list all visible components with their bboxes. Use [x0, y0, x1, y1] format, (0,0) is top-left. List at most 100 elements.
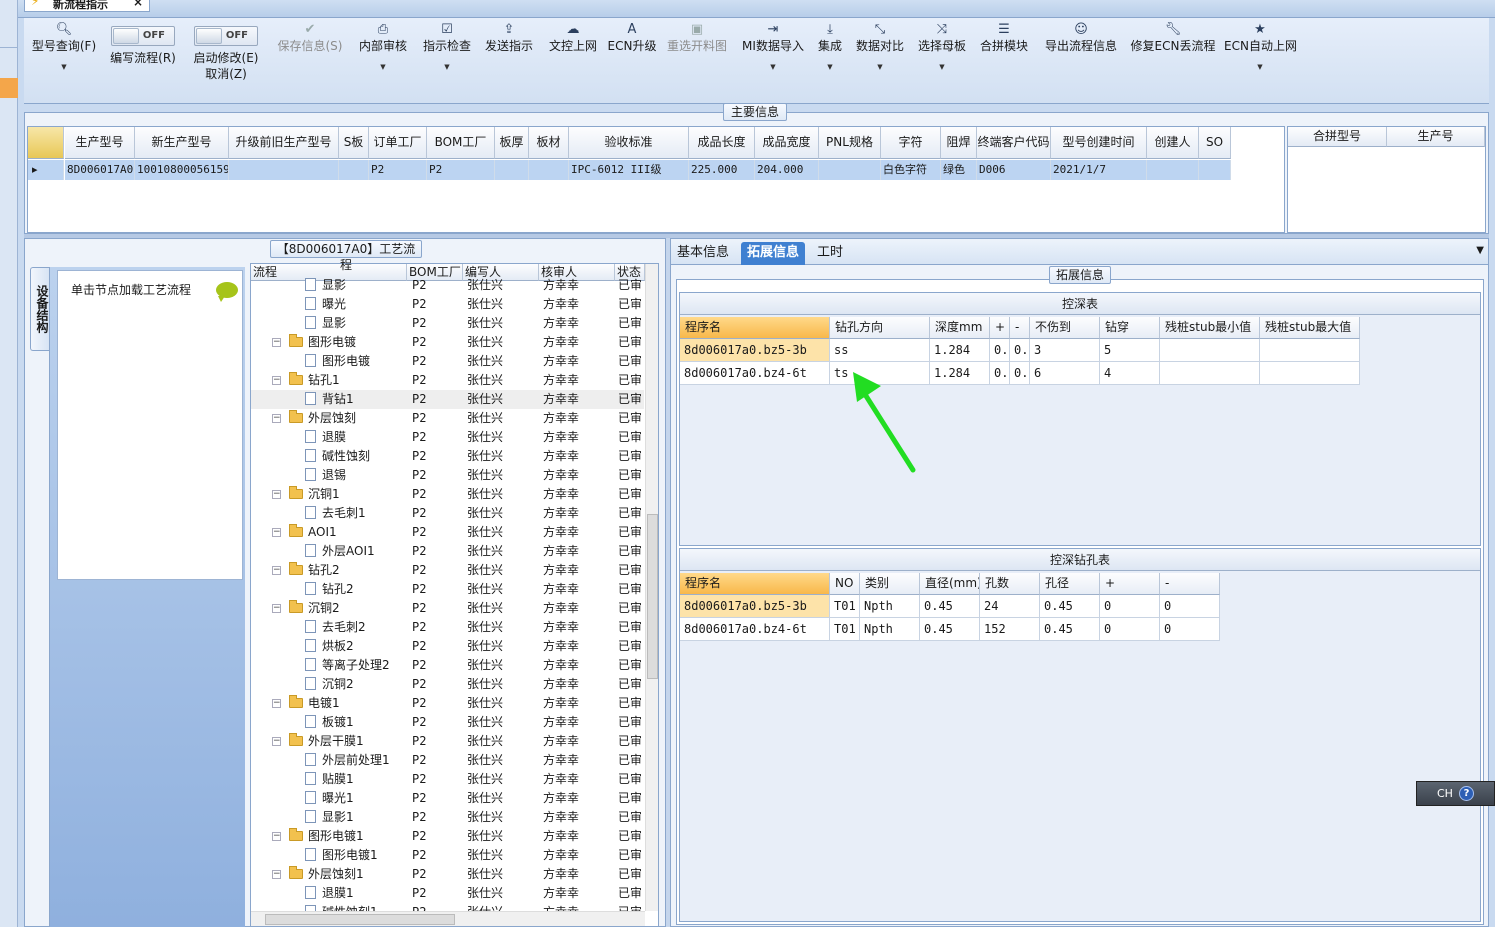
collapse-toggle-icon[interactable]: −	[272, 376, 281, 385]
column-header[interactable]: 终端客户代码	[977, 127, 1051, 159]
collapse-toggle-icon[interactable]: −	[272, 490, 281, 499]
tree-node[interactable]: 背钻1	[305, 390, 354, 409]
grid-cell[interactable]: 152	[980, 618, 1040, 641]
data-compare-button[interactable]: ⤡ 数据对比 ▼	[854, 18, 906, 104]
edit-flow-toggle[interactable]: OFF	[111, 26, 175, 46]
tree-row[interactable]: − 钻孔2 P2 张仕兴 方幸幸 已审	[251, 561, 644, 580]
tree-node[interactable]: 退膜1	[305, 884, 354, 903]
tree-node[interactable]: 外层蚀刻	[289, 409, 356, 428]
tree-row[interactable]: 钻孔2 P2 张仕兴 方幸幸 已审	[251, 580, 644, 599]
chevron-down-icon[interactable]: ▼	[28, 62, 100, 72]
grid-cell[interactable]: ss	[830, 339, 930, 362]
tree-node[interactable]: 外层AOI1	[305, 542, 375, 561]
tree-row[interactable]: 曝光 P2 张仕兴 方幸幸 已审	[251, 295, 644, 314]
grid-column-header[interactable]: 直径(mm)	[920, 573, 980, 595]
tree-node[interactable]: 图形电镀1	[305, 846, 378, 865]
grid-cell[interactable]: 3	[1030, 339, 1100, 362]
chevron-down-icon[interactable]: ▼	[854, 62, 906, 72]
select-mother-board-button[interactable]: ⤨ 选择母板 ▼	[916, 18, 968, 104]
tree-node[interactable]: 沉铜2	[289, 599, 340, 618]
column-header[interactable]: PNL规格	[819, 127, 881, 159]
edit-flow-switch[interactable]: OFF 编写流程(R)	[108, 18, 178, 104]
grid-column-header[interactable]: 不伤到	[1030, 317, 1100, 339]
table-cell[interactable]: 2021/1/7	[1051, 160, 1147, 180]
chevron-down-icon[interactable]: ▼	[418, 62, 476, 72]
column-header[interactable]: S板	[339, 127, 369, 159]
grid-cell[interactable]: 0	[1100, 595, 1160, 618]
start-modify-switch[interactable]: OFF 启动修改(E) 取消(Z)	[190, 18, 262, 104]
flow-tree-vertical-scrollbar[interactable]	[645, 264, 658, 911]
table-cell[interactable]: 10010800056159	[135, 160, 229, 180]
tree-node[interactable]: 外层前处理1	[305, 751, 390, 770]
help-icon[interactable]: ?	[1459, 786, 1474, 801]
collapse-toggle-icon[interactable]: −	[272, 870, 281, 879]
ime-language[interactable]: CH	[1437, 787, 1453, 800]
chevron-down-icon[interactable]: ▼	[812, 62, 848, 72]
tree-node[interactable]: 去毛刺1	[305, 504, 366, 523]
tree-node[interactable]: 等离子处理2	[305, 656, 390, 675]
tree-row[interactable]: 显影1 P2 张仕兴 方幸幸 已审	[251, 808, 644, 827]
grid-column-header[interactable]: 孔数	[980, 573, 1040, 595]
tree-node[interactable]: 沉铜2	[305, 675, 354, 694]
column-header[interactable]: 型号创建时间	[1051, 127, 1147, 159]
tree-node[interactable]: 图形电镀	[289, 333, 356, 352]
tree-node[interactable]: 曝光	[305, 295, 346, 314]
table-cell[interactable]	[1147, 160, 1199, 180]
column-header[interactable]: 创建人	[1147, 127, 1199, 159]
merge-module-button[interactable]: ☰ 合拼模块	[978, 18, 1030, 104]
internal-review-button[interactable]: ⎙ 内部审核 ▼	[354, 18, 412, 104]
column-header[interactable]: SO	[1199, 127, 1231, 159]
tree-row[interactable]: 图形电镀1 P2 张仕兴 方幸幸 已审	[251, 846, 644, 865]
close-tab-icon[interactable]: ×	[133, 0, 143, 8]
column-header[interactable]: 板厚	[495, 127, 529, 159]
collapse-toggle-icon[interactable]: −	[272, 338, 281, 347]
tree-row[interactable]: 碱性蚀刻 P2 张仕兴 方幸幸 已审	[251, 447, 644, 466]
table-cell[interactable]: 225.000	[689, 160, 755, 180]
column-header[interactable]: 成品长度	[689, 127, 755, 159]
grid-column-header[interactable]: +	[1100, 573, 1160, 595]
table-cell[interactable]: 204.000	[755, 160, 819, 180]
grid-cell[interactable]: 1.284	[930, 362, 990, 385]
tree-row[interactable]: 外层AOI1 P2 张仕兴 方幸幸 已审	[251, 542, 644, 561]
cancel-modify-button[interactable]: 取消(Z)	[190, 66, 262, 82]
tree-row[interactable]: 退膜1 P2 张仕兴 方幸幸 已审	[251, 884, 644, 903]
tree-row[interactable]: 背钻1 P2 张仕兴 方幸幸 已审	[251, 390, 644, 409]
save-info-button[interactable]: ✔ 保存信息(S)	[274, 18, 346, 104]
chevron-down-icon[interactable]: ▼	[738, 62, 808, 72]
grid-cell[interactable]: 4	[1100, 362, 1160, 385]
tree-node[interactable]: 显影1	[305, 808, 354, 827]
grid-cell[interactable]: 8d006017a0.bz5-3b	[680, 595, 830, 618]
instruction-check-button[interactable]: ☑ 指示检查 ▼	[418, 18, 476, 104]
grid-column-header[interactable]: 程序名	[680, 317, 830, 339]
tree-node[interactable]: 显影	[305, 314, 346, 333]
tree-row[interactable]: − 沉铜1 P2 张仕兴 方幸幸 已审	[251, 485, 644, 504]
collapse-toggle-icon[interactable]: −	[272, 832, 281, 841]
column-header[interactable]: 板材	[529, 127, 569, 159]
collapse-toggle-icon[interactable]: −	[272, 566, 281, 575]
grid-cell[interactable]: 0.45	[1040, 595, 1100, 618]
grid-cell[interactable]: Npth	[860, 618, 920, 641]
column-header[interactable]: 生产型号	[65, 127, 135, 159]
column-header[interactable]: 升级前旧生产型号	[229, 127, 339, 159]
column-header[interactable]: 验收标准	[569, 127, 689, 159]
grid-cell[interactable]: 0	[1160, 595, 1220, 618]
grid-column-header[interactable]: 类别	[860, 573, 920, 595]
left-strip-button[interactable]	[0, 22, 18, 48]
tree-node[interactable]: AOI1	[289, 523, 337, 542]
column-header[interactable]: 订单工厂	[369, 127, 427, 159]
grid-column-header[interactable]: 程序名	[680, 573, 830, 595]
grid-cell[interactable]: 0.45	[1040, 618, 1100, 641]
tree-node[interactable]: 曝光1	[305, 789, 354, 808]
tree-row[interactable]: − 外层蚀刻 P2 张仕兴 方幸幸 已审	[251, 409, 644, 428]
table-cell[interactable]	[819, 160, 881, 180]
grid-column-header[interactable]: 钻孔方向	[830, 317, 930, 339]
table-cell[interactable]: D006	[977, 160, 1051, 180]
table-cell[interactable]	[229, 160, 339, 180]
grid-cell[interactable]	[1260, 362, 1360, 385]
column-header[interactable]: 成品宽度	[755, 127, 819, 159]
grid-cell[interactable]: Npth	[860, 595, 920, 618]
grid-column-header[interactable]: -	[1160, 573, 1220, 595]
grid-cell[interactable]: 1.284	[930, 339, 990, 362]
scroll-thumb[interactable]	[647, 514, 658, 679]
grid-cell[interactable]: T01	[830, 618, 860, 641]
